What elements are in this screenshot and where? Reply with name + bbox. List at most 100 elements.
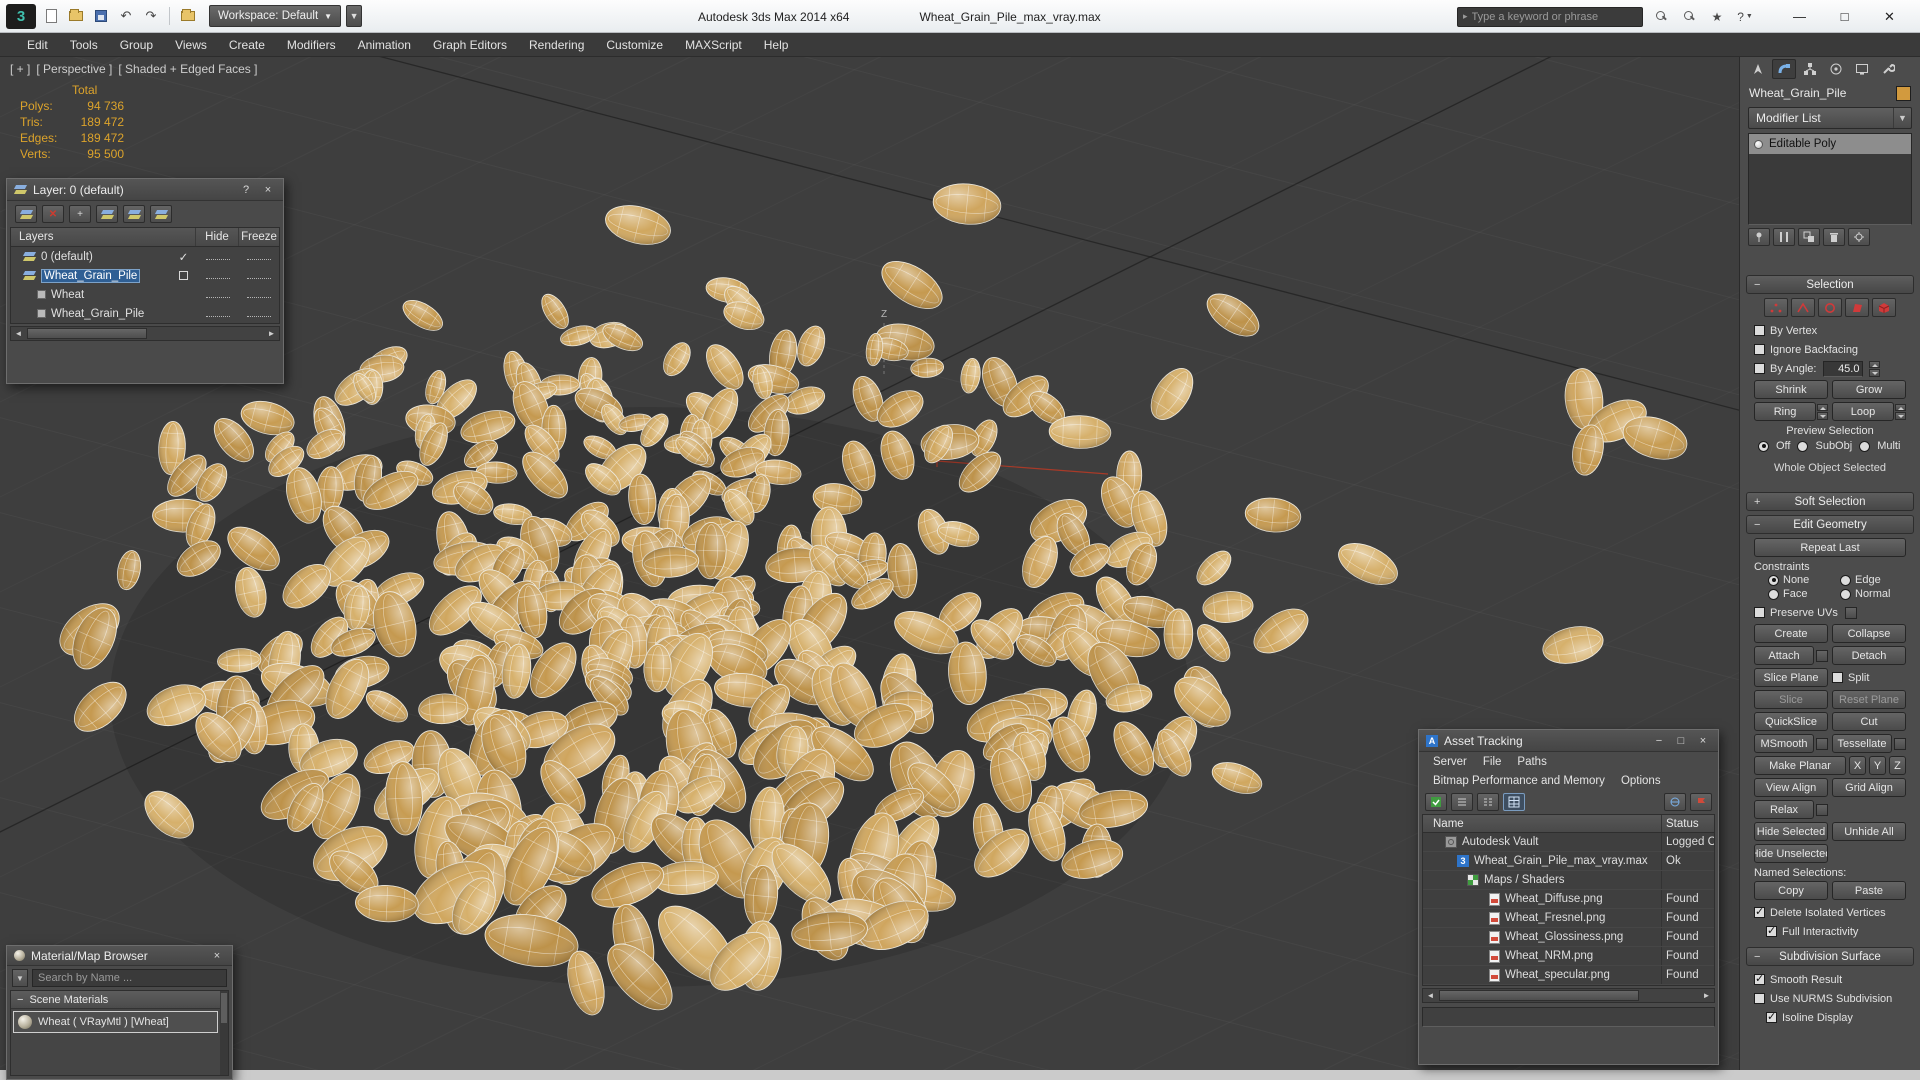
slice-plane-button[interactable]: Slice Plane <box>1754 668 1828 687</box>
menu-views[interactable]: Views <box>164 33 218 56</box>
details-view-icon[interactable] <box>1477 793 1499 811</box>
refresh-icon[interactable] <box>1425 793 1447 811</box>
by-angle-spinner[interactable] <box>1869 360 1881 377</box>
close-button[interactable]: ✕ <box>1867 3 1912 31</box>
make-planar-button[interactable]: Make Planar <box>1754 756 1846 775</box>
viewport-menu-pov[interactable]: [ Perspective ] <box>36 62 112 76</box>
column-name[interactable]: Name <box>1423 815 1662 832</box>
delete-isolated-vertices-checkbox[interactable] <box>1754 905 1765 918</box>
open-file-icon[interactable] <box>66 6 86 26</box>
material-item[interactable]: Wheat ( VRayMtl ) [Wheat] <box>13 1011 218 1033</box>
minimize-button[interactable]: — <box>1777 3 1822 31</box>
preview-multi-radio[interactable] <box>1859 440 1871 452</box>
save-file-icon[interactable] <box>91 6 111 26</box>
repeat-last-button[interactable]: Repeat Last <box>1754 538 1906 557</box>
by-angle-checkbox[interactable] <box>1754 363 1765 374</box>
column-layers[interactable]: Layers <box>11 228 196 246</box>
asset-row[interactable]: Maps / Shaders <box>1423 871 1714 890</box>
stack-visibility-icon[interactable] <box>1754 139 1763 149</box>
layer-row[interactable]: Wheat_Grain_Pile <box>11 266 279 285</box>
by-vertex-checkbox[interactable] <box>1754 325 1765 336</box>
smooth-result-checkbox[interactable] <box>1754 972 1765 985</box>
asset-hscrollbar[interactable]: ◄ ► <box>1422 988 1715 1003</box>
menu-help[interactable]: Help <box>753 33 800 56</box>
search-icon[interactable] <box>1651 7 1671 27</box>
menu-create[interactable]: Create <box>218 33 276 56</box>
create-button[interactable]: Create <box>1754 624 1828 643</box>
make-unique-icon[interactable] <box>1798 228 1820 246</box>
menu-graph-editors[interactable]: Graph Editors <box>422 33 518 56</box>
layer-hscrollbar[interactable]: ◄ ► <box>10 326 280 341</box>
viewport-menu-shading[interactable]: [ Shaded + Edged Faces ] <box>118 62 257 76</box>
axis-x-button[interactable]: X <box>1849 756 1866 775</box>
modifier-list-dropdown[interactable]: Modifier List ▼ <box>1748 107 1912 129</box>
scroll-thumb[interactable] <box>221 993 227 1023</box>
menu-edit[interactable]: Edit <box>16 33 59 56</box>
constraint-none-radio[interactable] <box>1768 574 1779 586</box>
undo-icon[interactable]: ↶ <box>116 6 136 26</box>
preserve-uvs-settings-icon[interactable] <box>1844 606 1857 619</box>
tessellate-settings-icon[interactable] <box>1894 737 1906 750</box>
layer-hide-cell[interactable] <box>196 270 239 282</box>
minimize-icon[interactable]: − <box>1651 735 1667 747</box>
close-icon[interactable]: × <box>260 184 276 196</box>
at-menu-paths[interactable]: Paths <box>1509 756 1554 768</box>
unhide-all-button[interactable]: Unhide All <box>1832 822 1906 841</box>
stack-item-editable-poly[interactable]: Editable Poly <box>1749 134 1911 154</box>
use-nurms-checkbox[interactable] <box>1754 993 1765 1004</box>
msmooth-button[interactable]: MSmooth <box>1754 734 1814 753</box>
detach-button[interactable]: Detach <box>1832 646 1906 665</box>
workspace-dropdown[interactable]: Workspace: Default ▼ <box>209 5 342 27</box>
close-icon[interactable]: × <box>209 950 225 962</box>
delete-layer-icon[interactable]: ✕ <box>42 205 64 223</box>
menu-modifiers[interactable]: Modifiers <box>276 33 347 56</box>
relax-button[interactable]: Relax <box>1754 800 1814 819</box>
full-interactivity-checkbox[interactable] <box>1766 924 1777 937</box>
ring-button[interactable]: Ring <box>1754 402 1816 421</box>
search-input[interactable] <box>1471 10 1637 23</box>
maximize-icon[interactable]: □ <box>1673 735 1689 747</box>
layer-current-cell[interactable]: ✓ <box>171 250 196 264</box>
constraint-normal-radio[interactable] <box>1840 588 1851 600</box>
scroll-thumb[interactable] <box>1439 990 1639 1001</box>
set-current-layer-icon[interactable] <box>123 205 145 223</box>
layer-freeze-cell[interactable] <box>239 289 279 301</box>
network-paths-icon[interactable] <box>1664 793 1686 811</box>
layer-hide-cell[interactable] <box>196 289 239 301</box>
layer-freeze-cell[interactable] <box>239 270 279 282</box>
menu-maxscript[interactable]: MAXScript <box>674 33 753 56</box>
display-tab-icon[interactable] <box>1850 59 1874 79</box>
at-menu-server[interactable]: Server <box>1425 756 1475 768</box>
view-align-button[interactable]: View Align <box>1754 778 1828 797</box>
layer-row[interactable]: 0 (default) ✓ <box>11 247 279 266</box>
motion-tab-icon[interactable] <box>1824 59 1848 79</box>
slice-button[interactable]: Slice <box>1754 690 1828 709</box>
menu-group[interactable]: Group <box>109 33 164 56</box>
constraint-edge-radio[interactable] <box>1840 574 1851 586</box>
scroll-left-icon[interactable]: ◄ <box>11 327 26 340</box>
shrink-button[interactable]: Shrink <box>1754 380 1828 399</box>
configure-modifier-sets-icon[interactable] <box>1848 228 1870 246</box>
at-menu-file[interactable]: File <box>1475 756 1510 768</box>
pin-stack-icon[interactable] <box>1748 228 1770 246</box>
asset-row[interactable]: Wheat_Glossiness.png Found <box>1423 928 1714 947</box>
isoline-display-checkbox[interactable] <box>1766 1010 1777 1023</box>
menu-rendering[interactable]: Rendering <box>518 33 595 56</box>
material-search-input[interactable] <box>32 969 227 987</box>
attach-list-icon[interactable] <box>1816 649 1828 662</box>
close-icon[interactable]: × <box>1695 735 1711 747</box>
relax-settings-icon[interactable] <box>1816 803 1828 816</box>
column-status[interactable]: Status <box>1662 818 1714 830</box>
rollout-soft-selection-header[interactable]: + Soft Selection <box>1746 492 1914 511</box>
quickslice-button[interactable]: QuickSlice <box>1754 712 1828 731</box>
create-tab-icon[interactable] <box>1746 59 1770 79</box>
reset-plane-button[interactable]: Reset Plane <box>1832 690 1906 709</box>
search-options-icon[interactable]: ▼ <box>12 969 28 987</box>
new-file-icon[interactable] <box>41 6 61 26</box>
scroll-right-icon[interactable]: ► <box>1699 989 1714 1002</box>
add-to-layer-icon[interactable]: + <box>69 205 91 223</box>
layer-current-cell[interactable] <box>171 271 196 280</box>
ring-spinner[interactable] <box>1817 403 1828 420</box>
favorites-star-icon[interactable]: ★ <box>1707 7 1727 27</box>
asset-tracking-titlebar[interactable]: A Asset Tracking − □ × <box>1419 730 1718 752</box>
